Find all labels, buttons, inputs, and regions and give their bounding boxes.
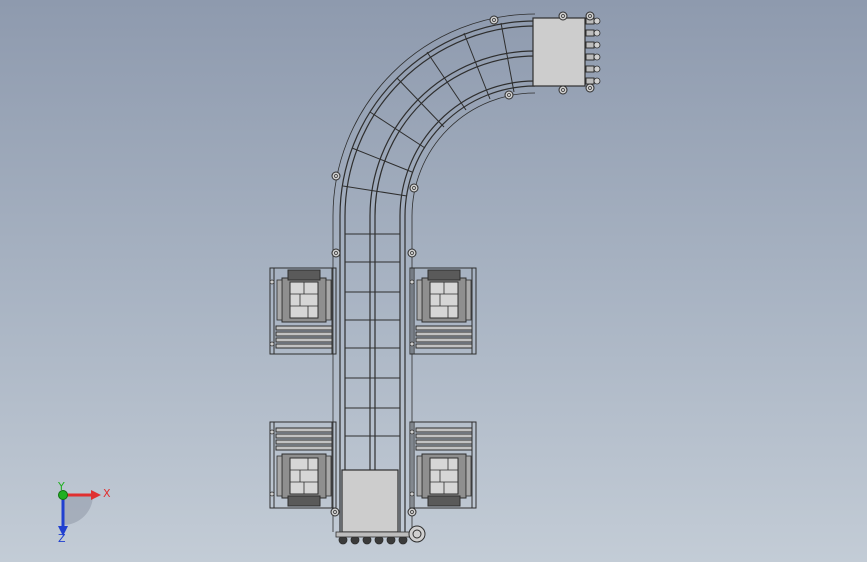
station-upper-right (409, 267, 477, 355)
station-upper-left (269, 267, 337, 355)
end-drive-plate-bottom (330, 469, 426, 545)
curved-conveyor-section (332, 13, 536, 217)
cad-viewport[interactable]: X Y Z (0, 0, 867, 562)
x-axis-arrowhead (91, 490, 101, 500)
y-axis-label: Y (58, 480, 65, 493)
station-lower-right (409, 421, 477, 509)
conveyor-assembly-drawing[interactable] (0, 0, 867, 562)
triad-quadrant (63, 495, 93, 525)
station-lower-left (269, 421, 337, 509)
z-axis-label: Z (58, 532, 66, 545)
x-axis-label: X (103, 487, 111, 500)
end-drive-plate-top (489, 11, 601, 100)
